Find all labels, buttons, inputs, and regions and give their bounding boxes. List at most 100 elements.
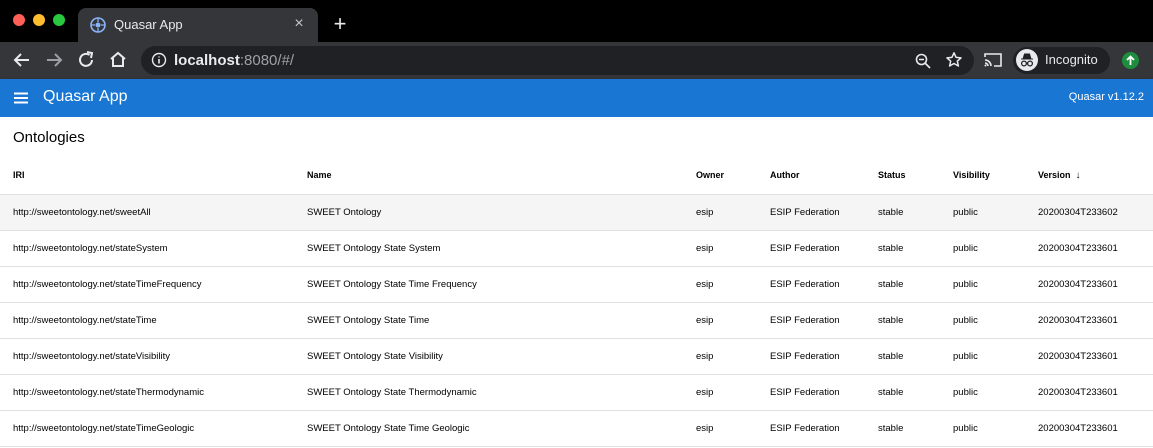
cell-owner: esip [683,410,757,447]
quasar-logo-icon [90,17,106,33]
cell-author: ESIP Federation [757,266,865,303]
zoom-window-button[interactable] [53,14,65,26]
cell-name: SWEET Ontology State Time Frequency [295,266,683,303]
update-icon[interactable] [1122,52,1139,69]
browser-toolbar: localhost:8080/#/ Incognito [0,42,1153,79]
table-row[interactable]: http://sweetontology.net/stateTime SWEET … [0,302,1153,339]
cell-author: ESIP Federation [757,338,865,375]
sort-descending-icon: ↓ [1075,169,1081,181]
cell-author: ESIP Federation [757,230,865,267]
column-header-name[interactable]: Name [295,157,683,195]
table-row[interactable]: http://sweetontology.net/stateTimeGeolog… [0,410,1153,447]
minimize-window-button[interactable] [33,14,45,26]
ontologies-table-card: Ontologies IRI Name Owner Author Status … [0,117,1153,448]
cell-owner: esip [683,302,757,339]
browser-tab-strip: Quasar App × + [0,0,1153,42]
url-host: localhost [174,52,240,69]
table-row[interactable]: http://sweetontology.net/stateVisibility… [0,338,1153,375]
cell-version: 20200304T233601 [1025,302,1153,339]
cell-version: 20200304T233601 [1025,266,1153,303]
app-title: Quasar App [43,88,128,105]
cell-iri: http://sweetontology.net/sweetAll [0,194,295,231]
cell-iri: http://sweetontology.net/stateTime [0,302,295,339]
cell-iri: http://sweetontology.net/stateTimeGeolog… [0,410,295,447]
cell-owner: esip [683,230,757,267]
incognito-icon [1016,49,1038,71]
cell-visibility: public [940,374,1025,411]
cell-author: ESIP Federation [757,410,865,447]
cell-name: SWEET Ontology State Time [295,302,683,339]
table-row[interactable]: http://sweetontology.net/stateSystem SWEE… [0,230,1153,267]
cell-iri: http://sweetontology.net/stateTimeFreque… [0,266,295,303]
cell-visibility: public [940,410,1025,447]
site-info-icon[interactable] [151,52,167,68]
cell-owner: esip [683,374,757,411]
cell-name: SWEET Ontology State Thermodynamic [295,374,683,411]
menu-icon[interactable] [12,89,30,107]
table-header-row: IRI Name Owner Author Status Visibility … [0,157,1153,195]
column-header-status[interactable]: Status [865,157,940,195]
cell-version: 20200304T233601 [1025,410,1153,447]
cell-visibility: public [940,230,1025,267]
back-icon[interactable] [10,48,34,72]
cell-owner: esip [683,266,757,303]
app-header: Quasar App Quasar v1.12.2 [0,79,1153,117]
tab-close-icon[interactable]: × [290,15,308,33]
table-title: Ontologies [13,129,85,146]
reload-icon[interactable] [74,48,98,72]
column-header-iri[interactable]: IRI [0,157,295,195]
cell-status: stable [865,374,940,411]
address-bar[interactable]: localhost:8080/#/ [141,46,974,75]
cell-visibility: public [940,338,1025,375]
cell-iri: http://sweetontology.net/stateVisibility [0,338,295,375]
cell-status: stable [865,230,940,267]
cell-version: 20200304T233601 [1025,338,1153,375]
cell-iri: http://sweetontology.net/stateThermodyna… [0,374,295,411]
cell-name: SWEET Ontology State Time Geologic [295,410,683,447]
cell-owner: esip [683,194,757,231]
table-row[interactable]: http://sweetontology.net/stateThermodyna… [0,374,1153,411]
cell-visibility: public [940,266,1025,303]
zoom-icon[interactable] [914,52,932,70]
cell-owner: esip [683,338,757,375]
url-path: :8080/#/ [239,52,295,69]
cell-version: 20200304T233601 [1025,230,1153,267]
cell-status: stable [865,410,940,447]
cell-iri: http://sweetontology.net/stateSystem [0,230,295,267]
new-tab-button[interactable]: + [328,12,352,36]
url-text: localhost:8080/#/ [174,52,294,69]
cell-version: 20200304T233601 [1025,374,1153,411]
cast-icon[interactable] [983,51,1003,69]
cell-name: SWEET Ontology State System [295,230,683,267]
column-header-version[interactable]: Version ↓ [1025,157,1153,195]
column-header-author[interactable]: Author [757,157,865,195]
tab-title: Quasar App [114,17,183,32]
cell-author: ESIP Federation [757,194,865,231]
cell-visibility: public [940,194,1025,231]
cell-name: SWEET Ontology [295,194,683,231]
cell-status: stable [865,194,940,231]
column-header-version-label: Version [1038,169,1071,180]
cell-status: stable [865,338,940,375]
cell-name: SWEET Ontology State Visibility [295,338,683,375]
ontologies-table: IRI Name Owner Author Status Visibility … [0,157,1153,447]
browser-tab[interactable]: Quasar App × [78,8,318,42]
incognito-profile-button[interactable]: Incognito [1013,47,1110,74]
forward-icon[interactable] [42,48,66,72]
close-window-button[interactable] [13,14,25,26]
table-row[interactable]: http://sweetontology.net/stateTimeFreque… [0,266,1153,303]
table-row[interactable]: http://sweetontology.net/sweetAll SWEET O… [0,194,1153,231]
cell-author: ESIP Federation [757,302,865,339]
bookmark-star-icon[interactable] [945,51,963,69]
cell-visibility: public [940,302,1025,339]
home-icon[interactable] [106,48,130,72]
cell-version: 20200304T233602 [1025,194,1153,231]
table-body: http://sweetontology.net/sweetAll SWEET O… [0,194,1153,447]
cell-author: ESIP Federation [757,374,865,411]
column-header-owner[interactable]: Owner [683,157,757,195]
column-header-visibility[interactable]: Visibility [940,157,1025,195]
incognito-label: Incognito [1045,52,1098,67]
cell-status: stable [865,266,940,303]
app-version: Quasar v1.12.2 [1068,91,1144,103]
cell-status: stable [865,302,940,339]
